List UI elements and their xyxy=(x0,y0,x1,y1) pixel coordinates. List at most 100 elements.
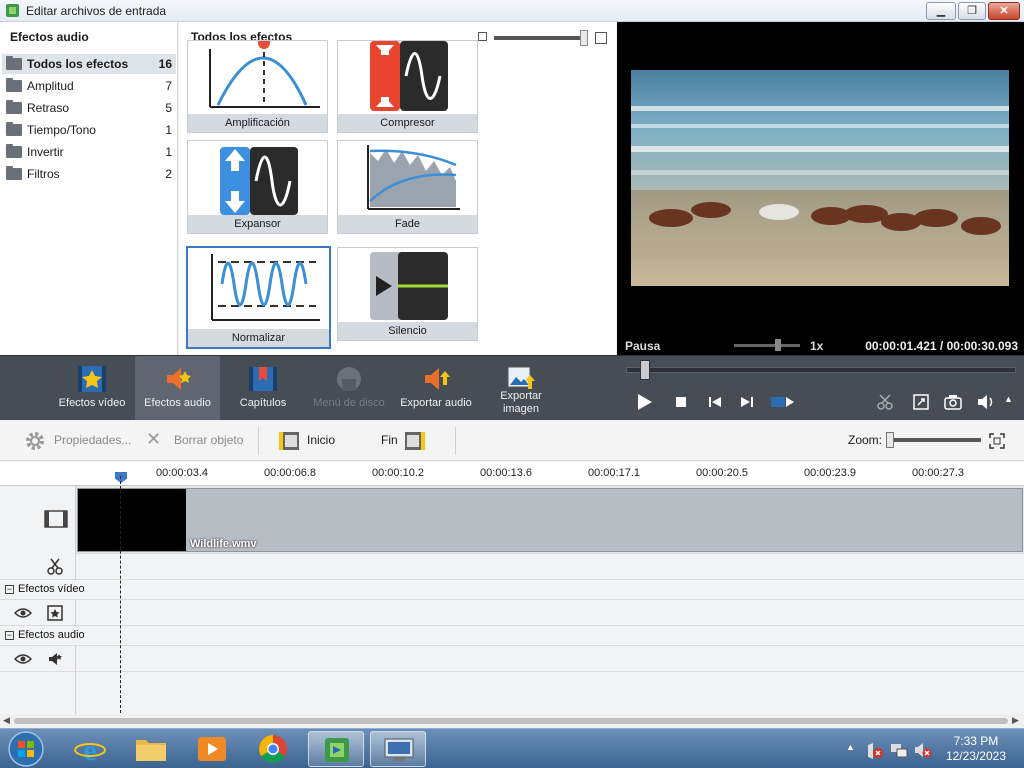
media-player-icon xyxy=(198,737,226,761)
play-selection-icon[interactable] xyxy=(770,392,796,412)
large-thumbnails-icon[interactable] xyxy=(595,32,607,44)
taskbar-chrome[interactable] xyxy=(246,731,302,767)
category-amplitud[interactable]: Amplitud 7 xyxy=(2,76,176,96)
collapse-icon[interactable]: − xyxy=(5,631,14,640)
category-invertir[interactable]: Invertir 1 xyxy=(2,142,176,162)
total-time: 00:00:30.093 xyxy=(946,339,1018,353)
title-bar: Editar archivos de entrada ▁ ❐ ✕ xyxy=(0,0,1024,22)
small-thumbnails-icon[interactable] xyxy=(478,32,487,41)
speed-track[interactable] xyxy=(734,344,800,347)
video-editor-icon xyxy=(325,738,349,762)
taskbar-file-explorer[interactable] xyxy=(123,731,179,767)
video-clip[interactable]: Wildlife.wmv xyxy=(77,488,1023,552)
ruler-tick: 00:00:20.5 xyxy=(696,467,748,479)
audio-effects-track xyxy=(0,646,1024,672)
video-effects-group: − Efectos vídeo xyxy=(0,580,1024,600)
scissors-icon[interactable] xyxy=(46,558,64,576)
thumbnail-size-slider[interactable] xyxy=(580,30,588,46)
zoom-track[interactable] xyxy=(888,438,981,442)
fullscreen-icon[interactable] xyxy=(911,392,931,412)
properties-button[interactable]: Propiedades... xyxy=(54,433,131,447)
taskbar-media-player[interactable] xyxy=(184,731,240,767)
fit-zoom-icon[interactable] xyxy=(989,433,1005,449)
export-audio-button[interactable]: Exportar audio xyxy=(396,356,476,420)
category-label: Amplitud xyxy=(27,79,74,93)
category-panel: Efectos audio Todos los efectos 16 Ampli… xyxy=(0,22,178,355)
category-retraso[interactable]: Retraso 5 xyxy=(2,98,176,118)
maximize-button[interactable]: ❐ xyxy=(958,2,986,20)
effect-tile-silencio[interactable]: Silencio xyxy=(337,247,478,341)
start-button-icon[interactable] xyxy=(6,730,46,768)
effect-tile-expansor[interactable]: Expansor xyxy=(187,140,328,234)
expander-icon xyxy=(188,141,327,215)
effect-label: Expansor xyxy=(188,215,327,233)
category-tiempo-tono[interactable]: Tiempo/Tono 1 xyxy=(2,120,176,140)
end-button[interactable]: Fin xyxy=(381,433,398,447)
toolbar-label: Efectos vídeo xyxy=(58,397,126,409)
ruler-tick: 00:00:06.8 xyxy=(264,467,316,479)
chrome-icon xyxy=(259,735,287,763)
start-button[interactable]: Inicio xyxy=(307,433,335,447)
disc-menu-button[interactable]: Menú de disco xyxy=(305,356,393,420)
audio-effects-button[interactable]: Efectos audio xyxy=(135,356,220,420)
speed-slider[interactable] xyxy=(775,339,781,351)
previous-frame-icon[interactable] xyxy=(705,392,725,412)
network-icon[interactable] xyxy=(890,741,908,759)
category-all[interactable]: Todos los efectos 16 xyxy=(2,54,176,74)
timeline-ruler[interactable]: 00:00:03.4 00:00:06.8 00:00:10.2 00:00:1… xyxy=(0,462,1024,486)
timeline-scrollbar[interactable]: ◀ ▶ xyxy=(0,714,1024,728)
category-label: Filtros xyxy=(27,167,60,181)
close-button[interactable]: ✕ xyxy=(988,2,1020,20)
effect-tile-amplificacion[interactable]: Amplificación xyxy=(187,40,328,133)
thumbnail-size-track[interactable] xyxy=(494,36,586,40)
category-filtros[interactable]: Filtros 2 xyxy=(2,164,176,184)
minimize-button[interactable]: ▁ xyxy=(926,2,956,20)
volume-icon[interactable] xyxy=(976,392,996,412)
snapshot-icon[interactable] xyxy=(943,392,963,412)
time-readout: 00:00:01.421 / 00:00:30.093 xyxy=(865,339,1018,353)
play-icon[interactable] xyxy=(634,392,654,412)
cut-track xyxy=(0,554,1024,580)
chapters-button[interactable]: Capítulos xyxy=(225,356,301,420)
timeline-tracks: Wildlife.wmv − Efectos vídeo − Efectos a… xyxy=(0,486,1024,714)
eye-icon[interactable] xyxy=(14,652,32,666)
stop-icon[interactable] xyxy=(671,392,691,412)
category-label: Retraso xyxy=(27,101,70,115)
zoom-slider[interactable] xyxy=(886,432,894,448)
effect-tile-normalizar[interactable]: Normalizar xyxy=(186,246,331,349)
export-image-button[interactable]: Exportar imagen xyxy=(482,356,560,420)
show-hidden-icons[interactable]: ▲ xyxy=(846,742,855,752)
eye-icon[interactable] xyxy=(14,606,32,620)
seek-thumb[interactable] xyxy=(640,360,650,380)
toolbar-label: Efectos audio xyxy=(144,397,211,409)
video-effects-button[interactable]: Efectos vídeo xyxy=(52,356,132,420)
folder-icon xyxy=(6,100,22,114)
collapse-icon[interactable]: − xyxy=(5,585,14,594)
taskbar-video-editor[interactable] xyxy=(308,731,364,767)
cut-icon[interactable] xyxy=(876,392,896,412)
action-center-icon[interactable] xyxy=(866,741,884,759)
seek-bar[interactable] xyxy=(626,367,1016,373)
effect-tile-fade[interactable]: Fade xyxy=(337,140,478,234)
system-clock[interactable]: 7:33 PM 12/23/2023 xyxy=(946,734,1006,764)
fade-icon xyxy=(338,141,477,215)
playhead-line xyxy=(120,476,121,713)
scroll-right-icon[interactable]: ▶ xyxy=(1012,715,1019,726)
next-frame-icon[interactable] xyxy=(737,392,757,412)
volume-muted-icon[interactable] xyxy=(914,741,932,759)
playback-status: Pausa xyxy=(625,339,661,353)
scroll-left-icon[interactable]: ◀ xyxy=(3,715,10,726)
volume-expand-icon[interactable]: ▲ xyxy=(1004,394,1013,404)
category-label: Tiempo/Tono xyxy=(27,123,96,137)
audio-effects-label: Efectos audio xyxy=(18,629,85,641)
scrollbar-thumb[interactable] xyxy=(14,718,1008,724)
taskbar-internet-explorer[interactable]: e xyxy=(62,731,118,767)
image-export-icon xyxy=(507,366,535,389)
main-toolbar: Efectos vídeo Efectos audio Capítulos Me… xyxy=(0,355,1024,420)
effect-tile-compresor[interactable]: Compresor xyxy=(337,40,478,133)
playback-speed: 1x xyxy=(810,339,824,353)
taskbar-remote-desktop[interactable] xyxy=(370,731,426,767)
toolbar-label: Exportar xyxy=(500,390,542,402)
toolbar-label: Menú de disco xyxy=(313,397,385,409)
delete-object-button[interactable]: Borrar objeto xyxy=(174,433,243,447)
